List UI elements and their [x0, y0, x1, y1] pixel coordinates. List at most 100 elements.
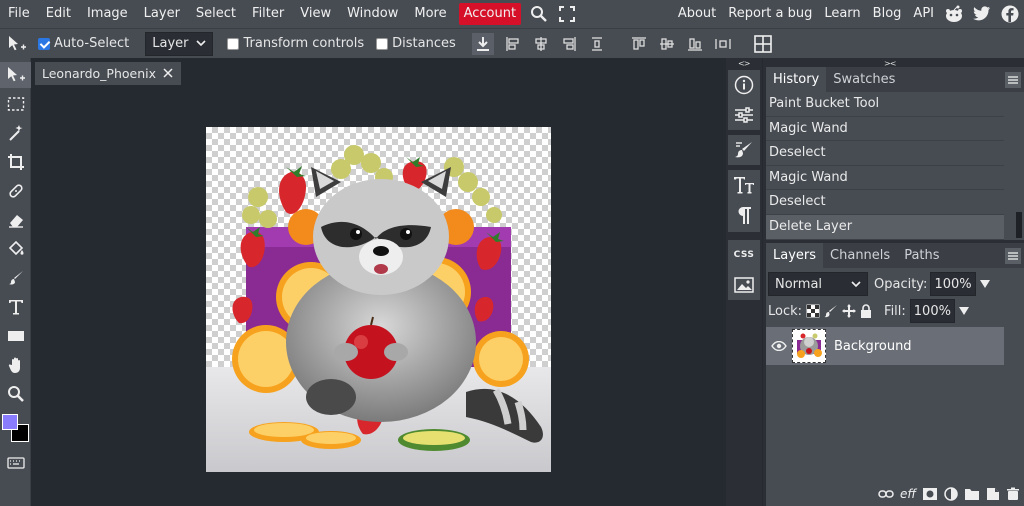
new-layer-icon[interactable] — [986, 487, 1000, 501]
history-scrollbar[interactable] — [1016, 212, 1022, 238]
auto-select-checkbox[interactable]: Auto-Select — [38, 36, 129, 51]
right-panels: >< History Swatches Paint Bucket Tool Ma… — [763, 58, 1024, 506]
distribute-v-icon[interactable] — [712, 33, 734, 55]
adjustment-layer-icon[interactable] — [944, 487, 958, 501]
tab-swatches[interactable]: Swatches — [826, 67, 902, 92]
lock-position-move-icon[interactable] — [842, 304, 857, 318]
brush-tool-icon[interactable] — [0, 265, 31, 291]
new-folder-icon[interactable] — [964, 487, 980, 501]
eraser-tool-icon[interactable] — [0, 207, 31, 233]
facebook-icon[interactable] — [996, 0, 1024, 28]
adjustments-icon[interactable] — [728, 100, 760, 130]
trash-icon[interactable] — [1006, 487, 1020, 501]
tab-layers[interactable]: Layers — [766, 243, 824, 268]
history-item-current[interactable]: Delete Layer — [766, 214, 1004, 240]
marquee-tool-icon[interactable] — [0, 91, 31, 117]
fill-value: 100% — [913, 303, 951, 319]
menu-select[interactable]: Select — [188, 0, 244, 28]
align-middle-icon[interactable] — [656, 33, 678, 55]
reddit-icon[interactable] — [940, 0, 968, 28]
align-right-icon[interactable] — [558, 33, 580, 55]
account-button[interactable]: Account — [458, 3, 522, 25]
character-icon[interactable] — [728, 170, 760, 200]
download-icon[interactable] — [471, 32, 494, 55]
link-layers-icon[interactable] — [878, 489, 894, 499]
distances-checkbox[interactable]: Distances — [376, 36, 456, 51]
fullscreen-icon[interactable] — [553, 0, 581, 28]
css-icon[interactable]: CSS — [728, 240, 760, 270]
align-top-icon[interactable] — [628, 33, 650, 55]
caret-down-icon[interactable] — [979, 280, 990, 288]
lock-all-icon[interactable] — [860, 304, 872, 318]
layers-panel: Layers Channels Paths Normal Opacity: 10… — [766, 243, 1024, 506]
text-tool-icon[interactable] — [0, 294, 31, 320]
opacity-input[interactable]: 100% — [930, 272, 976, 296]
distances-check-box[interactable] — [376, 37, 389, 50]
menu-report-bug[interactable]: Report a bug — [722, 0, 818, 28]
tab-channels[interactable]: Channels — [823, 243, 897, 268]
lock-pixels-brush-icon[interactable] — [824, 304, 838, 318]
menu-about[interactable]: About — [672, 0, 722, 28]
menu-more[interactable]: More — [406, 0, 454, 28]
menu-filter[interactable]: Filter — [244, 0, 292, 28]
paragraph-icon[interactable] — [728, 200, 760, 230]
layer-mask-icon[interactable] — [922, 487, 938, 501]
transform-controls-checkbox[interactable]: Transform controls — [227, 36, 364, 51]
align-left-icon[interactable] — [502, 33, 524, 55]
layer-group-select[interactable]: Layer — [145, 31, 214, 56]
blend-mode-select[interactable]: Normal — [768, 272, 868, 296]
brush-settings-icon[interactable] — [728, 135, 760, 165]
history-item[interactable]: Magic Wand — [766, 117, 1004, 142]
healing-tool-icon[interactable] — [0, 178, 31, 204]
menu-image[interactable]: Image — [79, 0, 136, 28]
tools-panel — [0, 58, 31, 506]
image-icon[interactable] — [728, 270, 760, 300]
grid-icon[interactable] — [752, 33, 774, 55]
history-item[interactable]: Deselect — [766, 190, 1004, 215]
shape-tool-icon[interactable] — [0, 323, 31, 349]
auto-select-check-box[interactable] — [38, 37, 50, 50]
history-item[interactable]: Deselect — [766, 141, 1004, 166]
menu-learn[interactable]: Learn — [818, 0, 866, 28]
caret-down-icon[interactable] — [958, 307, 969, 315]
layer-row-background[interactable]: Background — [766, 327, 1004, 365]
eye-icon[interactable] — [768, 341, 790, 351]
move-tool-icon[interactable] — [0, 62, 31, 88]
menu-blog[interactable]: Blog — [867, 0, 908, 28]
keyboard-icon[interactable] — [0, 450, 31, 476]
paint-bucket-tool-icon[interactable] — [0, 236, 31, 262]
twitter-icon[interactable] — [968, 0, 996, 28]
layers-footer: eff — [766, 482, 1024, 506]
align-bottom-icon[interactable] — [684, 33, 706, 55]
panel-menu-icon[interactable] — [1005, 248, 1021, 264]
search-icon[interactable] — [525, 0, 553, 28]
distribute-h-icon[interactable] — [586, 33, 608, 55]
lock-transparency-icon[interactable] — [806, 304, 820, 318]
document-tab[interactable]: Leonardo_Phoenix — [35, 62, 181, 85]
menu-edit[interactable]: Edit — [38, 0, 79, 28]
menu-file[interactable]: File — [0, 0, 38, 28]
document-canvas[interactable] — [206, 127, 551, 472]
zoom-tool-icon[interactable] — [0, 381, 31, 407]
tab-paths[interactable]: Paths — [897, 243, 946, 268]
transform-controls-check-box[interactable] — [227, 37, 240, 50]
crop-tool-icon[interactable] — [0, 149, 31, 175]
fill-input[interactable]: 100% — [909, 299, 955, 323]
history-item[interactable]: Paint Bucket Tool — [766, 92, 1004, 117]
tab-history[interactable]: History — [766, 67, 827, 92]
collapse-panel-arrows-icon[interactable]: <> — [738, 59, 750, 68]
menu-api[interactable]: API — [907, 0, 940, 28]
panel-menu-icon[interactable] — [1005, 72, 1021, 88]
menu-view[interactable]: View — [292, 0, 339, 28]
history-item[interactable]: Magic Wand — [766, 166, 1004, 191]
layer-effects-icon[interactable]: eff — [900, 487, 916, 501]
panel-icon-group-1 — [728, 70, 760, 130]
menu-layer[interactable]: Layer — [136, 0, 188, 28]
menu-window[interactable]: Window — [339, 0, 406, 28]
magic-wand-tool-icon[interactable] — [0, 120, 31, 146]
foreground-color-swatch[interactable] — [2, 414, 18, 430]
info-icon[interactable] — [728, 70, 760, 100]
align-center-h-icon[interactable] — [530, 33, 552, 55]
close-icon[interactable] — [161, 66, 175, 80]
hand-tool-icon[interactable] — [0, 352, 31, 378]
